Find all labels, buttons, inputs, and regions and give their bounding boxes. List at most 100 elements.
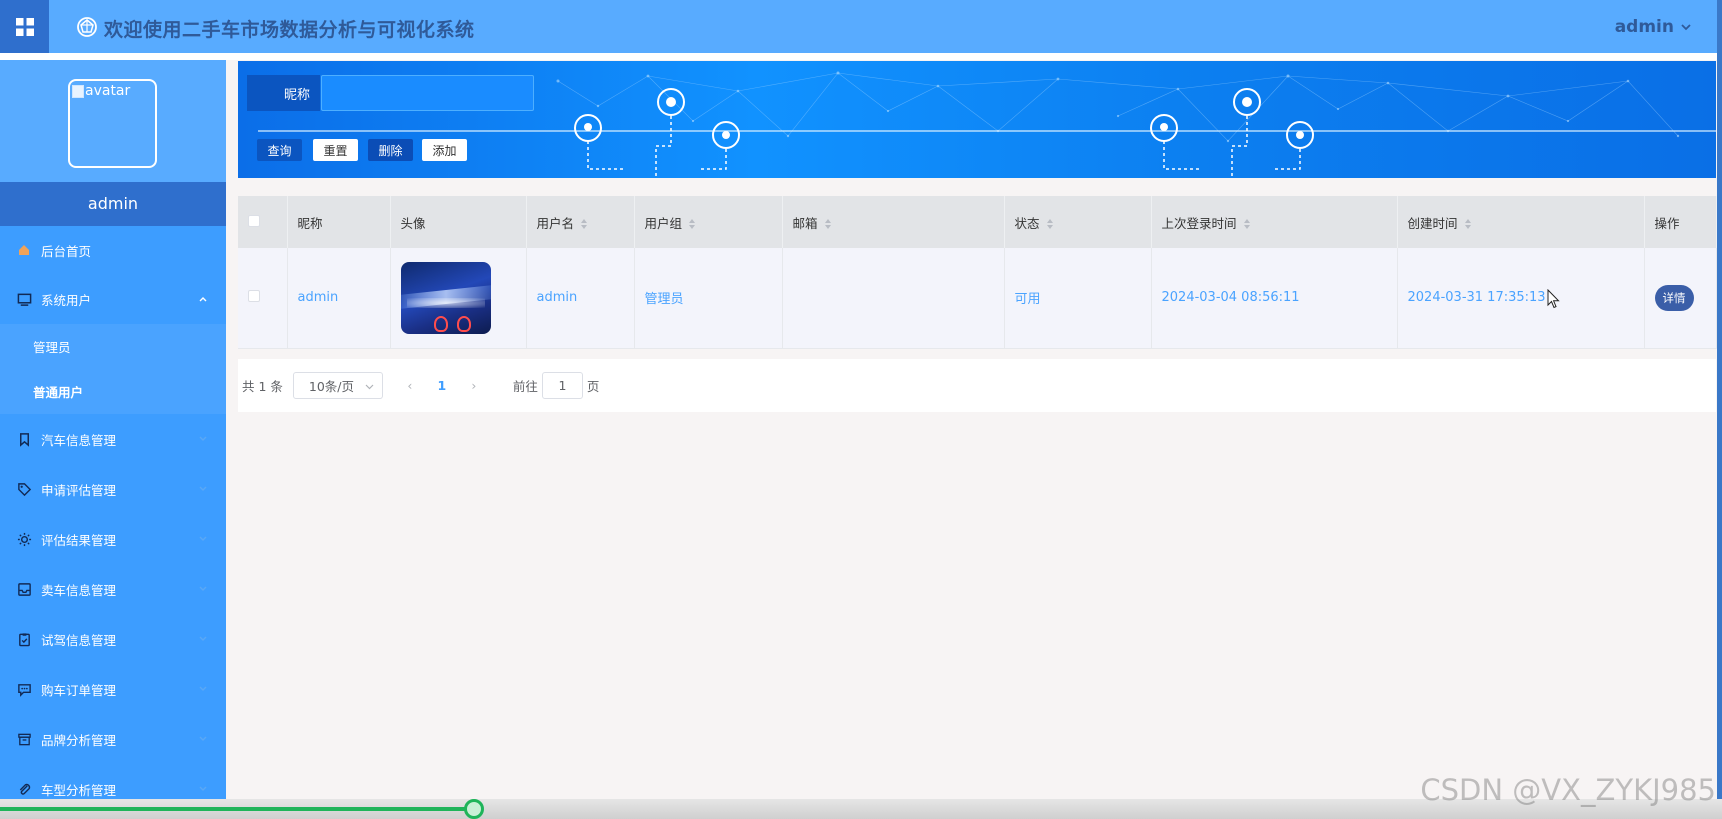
column-header-label: 昵称	[297, 215, 323, 231]
mouse-cursor-icon	[1547, 289, 1560, 309]
page-size-select[interactable]: 10条/页	[292, 372, 383, 399]
sidebar-item-label: 卖车信息管理	[41, 582, 117, 598]
sidebar-item-label: 试驾信息管理	[41, 632, 117, 648]
sidebar-menu: 后台首页 系统用户 管理员 普通用户 汽车信息管理 申请评估管理 评估结果管理 …	[0, 226, 226, 814]
prev-page-button[interactable]: ‹	[395, 378, 425, 393]
avatar: avatar	[68, 79, 157, 168]
top-divider	[0, 53, 1722, 60]
avatar-thumbnail	[400, 261, 491, 334]
app-title: 欢迎使用二手车市场数据分析与可视化系统	[104, 19, 475, 41]
sidebar-item-label: 后台首页	[41, 243, 92, 259]
watermark: CSDN @VX_ZYKJ985	[1420, 773, 1716, 807]
chevron-down-icon	[1681, 24, 1691, 31]
select-all-checkbox[interactable]	[248, 214, 260, 227]
column-header: 头像	[390, 196, 527, 248]
sidebar-item-home[interactable]: 后台首页	[0, 226, 226, 274]
sidebar-item-label: 品牌分析管理	[41, 732, 117, 748]
cell-last-login: 2024-03-04 08:56:11	[1151, 248, 1398, 349]
cell-nickname: admin	[287, 248, 391, 349]
cell-email	[782, 248, 1005, 349]
grid-menu-button[interactable]	[0, 0, 49, 53]
cell-group: 管理员	[634, 248, 783, 349]
chevron-down-icon	[199, 636, 207, 641]
chevron-down-icon	[199, 736, 207, 741]
goto-suffix: 页	[586, 379, 600, 394]
row-checkbox[interactable]	[248, 289, 260, 302]
chevron-down-icon	[365, 384, 374, 390]
sun-icon	[16, 531, 32, 547]
column-header[interactable]: 邮箱	[782, 196, 1005, 248]
sidebar-item-label: 车型分析管理	[41, 782, 117, 798]
broken-image-icon	[72, 85, 84, 98]
sidebar-item-test-drive[interactable]: 试驾信息管理	[0, 614, 226, 664]
select-all-cell[interactable]	[238, 196, 288, 248]
grid-icon	[15, 17, 34, 36]
globe-logo-icon	[77, 17, 97, 37]
profile-panel: avatar	[0, 60, 226, 182]
sidebar-item-label: 申请评估管理	[41, 482, 117, 498]
cell-actions: 详情	[1644, 248, 1717, 349]
column-header-label: 创建时间	[1407, 215, 1458, 231]
cell-created: 2024-03-31 17:35:13	[1397, 248, 1645, 349]
column-header[interactable]: 创建时间	[1397, 196, 1645, 248]
chevron-up-icon	[199, 297, 207, 302]
sidebar-item-sell-car[interactable]: 卖车信息管理	[0, 564, 226, 614]
detail-button[interactable]: 详情	[1654, 284, 1694, 311]
nickname-search-input[interactable]	[321, 75, 534, 111]
user-menu[interactable]: admin	[1615, 17, 1692, 37]
sidebar-subitem-label: 管理员	[33, 340, 71, 355]
users-table: 昵称 头像 用户名 用户组 邮箱 状态 上次登录时间 创建时间 操作 admin…	[238, 196, 1717, 349]
page-number-current[interactable]: 1	[425, 378, 459, 393]
column-header-label: 邮箱	[792, 215, 818, 231]
column-header: 昵称	[287, 196, 391, 248]
delete-button[interactable]: 删除	[368, 139, 413, 161]
column-header[interactable]: 状态	[1004, 196, 1152, 248]
sidebar-subitem-admins[interactable]: 管理员	[0, 324, 226, 369]
sidebar-item-orders[interactable]: 购车订单管理	[0, 664, 226, 714]
top-bar: 欢迎使用二手车市场数据分析与可视化系统 admin	[0, 0, 1722, 53]
row-select-cell[interactable]	[238, 248, 288, 349]
sidebar-item-label: 汽车信息管理	[41, 432, 117, 448]
video-progress-knob[interactable]	[464, 799, 484, 819]
column-header[interactable]: 用户名	[526, 196, 635, 248]
home-icon	[16, 242, 32, 258]
column-header-label: 操作	[1654, 215, 1680, 231]
cell-status: 可用	[1004, 248, 1152, 349]
next-page-button[interactable]: ›	[459, 378, 489, 393]
sidebar-subitem-regular-users[interactable]: 普通用户	[0, 369, 226, 414]
sidebar-subitem-label: 普通用户	[33, 385, 84, 400]
clipboard-icon	[16, 631, 32, 647]
sort-icon[interactable]	[824, 218, 832, 230]
sidebar-item-car-info[interactable]: 汽车信息管理	[0, 414, 226, 464]
search-label: 昵称	[247, 75, 320, 111]
sidebar-item-system-users[interactable]: 系统用户	[0, 274, 226, 324]
sidebar-item-appraisal-request[interactable]: 申请评估管理	[0, 464, 226, 514]
column-header-label: 上次登录时间	[1161, 215, 1237, 231]
sort-icon[interactable]	[1464, 218, 1472, 230]
sidebar-item-label: 购车订单管理	[41, 682, 117, 698]
column-header[interactable]: 上次登录时间	[1151, 196, 1398, 248]
sort-icon[interactable]	[580, 218, 588, 230]
sidebar-item-appraisal-result[interactable]: 评估结果管理	[0, 514, 226, 564]
sort-icon[interactable]	[688, 218, 696, 230]
query-button[interactable]: 查询	[257, 139, 302, 161]
table-row: admin admin 管理员 可用 2024-03-04 08:56:11 2…	[238, 248, 1717, 349]
sidebar-item-brand-analysis[interactable]: 品牌分析管理	[0, 714, 226, 764]
column-header[interactable]: 用户组	[634, 196, 783, 248]
sidebar: avatar admin 后台首页 系统用户 管理员 普通用户 汽车信息管理 申…	[0, 60, 226, 819]
sidebar-item-label: 评估结果管理	[41, 532, 117, 548]
tag-icon	[16, 481, 32, 497]
chevron-down-icon	[199, 786, 207, 791]
column-header: 操作	[1644, 196, 1717, 248]
column-header-label: 用户名	[536, 215, 575, 231]
sort-icon[interactable]	[1243, 218, 1251, 230]
paperclip-icon	[16, 781, 32, 797]
sort-icon[interactable]	[1046, 218, 1054, 230]
table-header-row: 昵称 头像 用户名 用户组 邮箱 状态 上次登录时间 创建时间 操作	[238, 196, 1717, 248]
add-button[interactable]: 添加	[422, 139, 467, 161]
column-header-label: 头像	[400, 215, 426, 231]
video-progress-fill	[0, 807, 474, 811]
goto-page-input[interactable]	[541, 372, 583, 399]
avatar-broken-image: avatar	[72, 83, 153, 99]
reset-button[interactable]: 重置	[313, 139, 358, 161]
